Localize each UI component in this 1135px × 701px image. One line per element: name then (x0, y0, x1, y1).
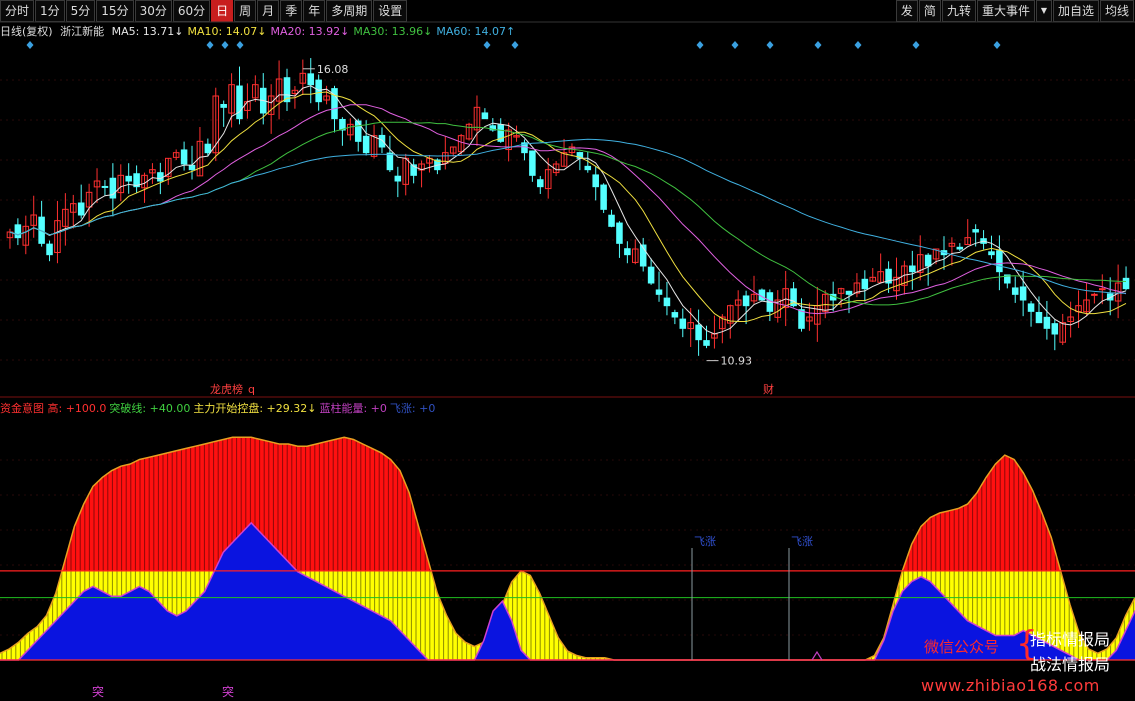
candle-body (386, 152, 394, 171)
candle-body (125, 175, 132, 182)
candle-body (394, 175, 402, 182)
candle-body (378, 134, 386, 148)
candle-body (616, 222, 623, 244)
candle-body (537, 179, 544, 188)
candle-body (679, 318, 687, 329)
candle-body (1019, 286, 1027, 301)
candle-body (1027, 303, 1035, 312)
candle-body (77, 202, 85, 216)
candle-body (909, 265, 916, 273)
signal-diamond-icon (206, 41, 214, 49)
ma-line (9, 104, 1127, 315)
candle-body (663, 297, 671, 307)
candle-body (671, 312, 679, 318)
candle-body (972, 229, 979, 233)
signal-diamond-icon (814, 41, 822, 49)
candle-body (600, 184, 607, 210)
candle-body (1099, 288, 1106, 291)
signal-diamond-icon (483, 41, 491, 49)
signal-diamond-icon (511, 41, 519, 49)
candle-body (315, 79, 322, 103)
candle-body (861, 278, 869, 290)
candle-body (798, 309, 805, 329)
signal-diamond-icon (26, 41, 34, 49)
candle-body (647, 266, 655, 284)
fly-label: 飞涨 (791, 535, 813, 548)
candle-body (307, 73, 315, 86)
candle-body (1011, 287, 1019, 295)
signal-diamond-icon (912, 41, 920, 49)
signal-diamond-icon (221, 41, 229, 49)
candle-body (362, 135, 370, 154)
candle-body (695, 324, 702, 341)
q-label: q (248, 383, 255, 396)
candle-body (481, 112, 489, 120)
candle-body (742, 295, 750, 307)
fin-label: 财 (763, 382, 774, 396)
signal-diamond-icon (993, 41, 1001, 49)
candle-body (956, 246, 964, 250)
candle-body (220, 103, 227, 108)
candle-body (703, 340, 710, 346)
signal-diamond-icon (766, 41, 774, 49)
candle-body (1122, 277, 1130, 290)
candle-body (988, 251, 995, 256)
candle-body (1035, 311, 1043, 324)
watermark-wechat: 微信公众号 (924, 638, 1000, 656)
candle-body (204, 143, 212, 154)
watermark-name1: 指标情报局 (1030, 630, 1111, 649)
break-label: 突 (92, 684, 104, 699)
ma-line (9, 85, 1127, 335)
candle-body (996, 250, 1003, 273)
candle-body (924, 254, 932, 267)
watermark-url: www.zhibiao168.com (921, 676, 1100, 695)
ma-line (9, 138, 1127, 294)
signal-diamond-icon (854, 41, 862, 49)
signal-diamond-icon (236, 41, 244, 49)
candle-body (46, 243, 53, 256)
rank-label: 龙虎榜 (210, 382, 243, 396)
candle-body (845, 290, 853, 295)
candle-body (584, 165, 592, 171)
kline-chart[interactable]: 16.08 10.93 龙虎榜 q 财 飞涨 飞涨突 突 (0, 0, 1135, 701)
signal-diamond-icon (731, 41, 739, 49)
watermark-name2: 战法情报局 (1030, 655, 1111, 674)
candle-body (624, 248, 631, 256)
low-label: 10.93 (721, 355, 753, 368)
candle-body (655, 289, 663, 295)
candle-body (236, 85, 243, 120)
candle-body (529, 150, 536, 176)
candle-body (592, 174, 599, 188)
signal-diamond-icon (696, 41, 704, 49)
candle-body (1051, 323, 1059, 335)
high-label: 16.08 (317, 63, 349, 76)
candle-body (157, 172, 164, 182)
break-label: 突 (222, 684, 234, 699)
ma-line (9, 91, 1127, 322)
fly-label: 飞涨 (694, 535, 716, 548)
candle-body (608, 214, 615, 227)
candle-body (1043, 316, 1051, 329)
candle-body (188, 164, 196, 171)
candle-body (14, 224, 22, 239)
candle-body (101, 185, 109, 188)
candle-body (1091, 293, 1098, 296)
candle-body (180, 149, 188, 165)
